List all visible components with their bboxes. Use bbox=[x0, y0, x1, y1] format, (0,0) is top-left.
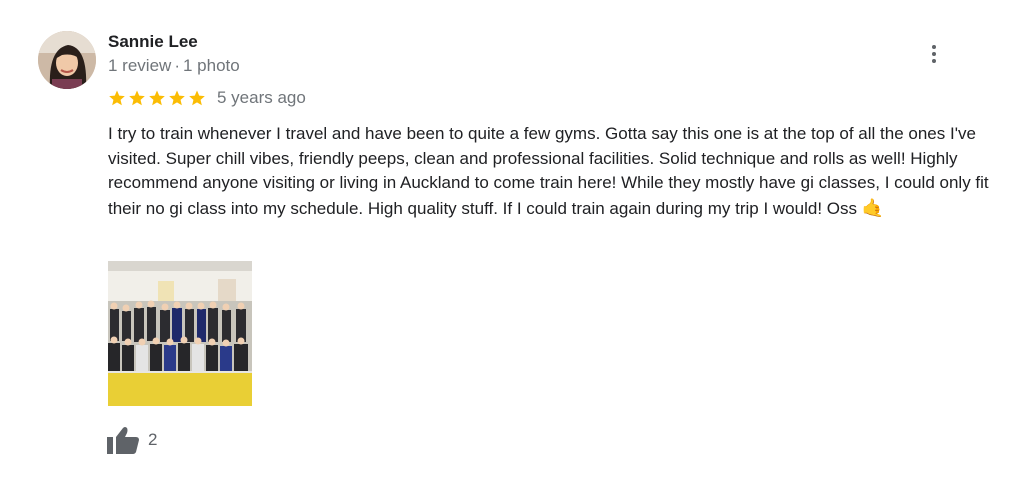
avatar[interactable] bbox=[38, 31, 96, 89]
photo-count: 1 photo bbox=[182, 56, 240, 75]
reviewer-meta: 1 review · 1 photo bbox=[108, 56, 240, 76]
meta-separator: · bbox=[174, 56, 180, 75]
more-vert-icon bbox=[924, 45, 944, 63]
star-icon bbox=[189, 90, 205, 106]
review-age: 5 years ago bbox=[217, 88, 306, 107]
star-icon bbox=[149, 90, 165, 106]
star-icon bbox=[109, 90, 125, 106]
like-button[interactable]: 2 bbox=[106, 425, 157, 455]
review-card: Sannie Lee 1 review · 1 photo 5 years ago … bbox=[0, 0, 1024, 491]
star-icon bbox=[129, 90, 145, 106]
rating-row: 5 years ago bbox=[108, 87, 306, 109]
thumb-up-icon bbox=[107, 427, 139, 454]
review-text-content: I try to train whenever I travel and hav… bbox=[108, 124, 989, 218]
star-icon bbox=[169, 90, 185, 106]
call-me-hand-icon: 🤙 bbox=[861, 197, 885, 218]
like-count: 2 bbox=[148, 430, 158, 449]
more-options-button[interactable] bbox=[924, 42, 944, 68]
review-text: I try to train whenever I travel and hav… bbox=[108, 122, 998, 221]
review-photo[interactable] bbox=[108, 261, 252, 406]
reviewer-name[interactable]: Sannie Lee bbox=[108, 32, 198, 52]
star-rating bbox=[108, 89, 206, 107]
review-count: 1 review bbox=[108, 56, 172, 75]
